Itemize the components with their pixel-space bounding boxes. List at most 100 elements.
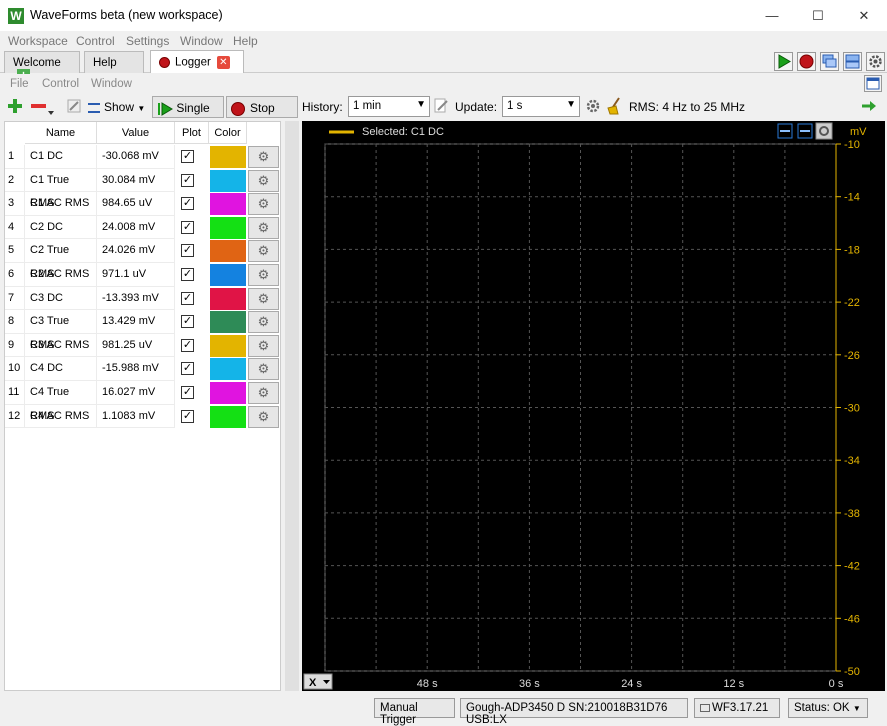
dock-window-icon[interactable] [864,75,882,92]
plot-area[interactable]: Selected: C1 DC mV -10 -14 -18 -22 -26 -30 -34 -3… [302,121,885,691]
channel-settings-gear-icon[interactable]: ⚙ [248,405,279,428]
logger-plot[interactable]: Selected: C1 DC mV-10 -14 -18 -22 -26 -30 -34 -3… [302,121,885,691]
menu-control[interactable]: Control [76,34,115,48]
color-swatch[interactable] [210,146,246,168]
channel-settings-gear-icon[interactable]: ⚙ [248,240,279,263]
table-row[interactable]: 8 C3 True RMS 13.429 mV ✓ ⚙ [5,310,282,351]
close-tab-icon[interactable]: ✕ [216,56,230,69]
plot-checkbox[interactable]: ✓ [181,268,194,281]
tile-windows-icon[interactable] [843,52,862,71]
update-gear-icon[interactable] [585,98,601,114]
plot-checkbox[interactable]: ✓ [181,220,194,234]
single-button[interactable]: Single [152,96,224,118]
table-row[interactable]: 11 C4 True RMS 16.027 mV ✓ ⚙ [5,381,282,422]
table-row[interactable]: 4 C2 DC 24.008 mV ✓ ⚙ [5,215,282,240]
channel-name[interactable]: C1 DC [25,145,97,169]
column-header-color[interactable]: Color [209,122,247,144]
channel-settings-gear-icon[interactable]: ⚙ [248,216,279,239]
plot-gear-icon[interactable] [815,122,833,140]
record-all-icon[interactable] [797,52,816,71]
edit-icon[interactable] [66,98,82,114]
channel-name[interactable]: C2 DC [25,215,97,240]
channel-settings-gear-icon[interactable]: ⚙ [248,193,279,216]
table-row[interactable]: 7 C3 DC -13.393 mV ✓ ⚙ [5,286,282,311]
close-button[interactable]: ✕ [841,0,887,31]
remove-channel-icon[interactable] [30,98,54,115]
table-row[interactable]: 10 C4 DC -15.988 mV ✓ ⚙ [5,357,282,381]
plot-checkbox[interactable]: ✓ [181,291,194,305]
color-swatch[interactable] [210,287,246,310]
table-row[interactable]: 3 C1 AC RMS 984.65 uV ✓ ⚙ [5,192,282,216]
color-swatch[interactable] [210,169,246,192]
update-select[interactable]: 1 s ▼ [502,96,580,117]
color-swatch[interactable] [210,311,246,334]
logger-menu-control[interactable]: Control [42,78,79,90]
color-swatch[interactable] [210,405,246,428]
logger-menu-file[interactable]: File [10,78,29,90]
plot-checkbox[interactable]: ✓ [181,362,194,376]
channel-name[interactable]: C2 AC RMS [25,263,97,287]
plot-checkbox[interactable]: ✓ [181,409,194,423]
version-button[interactable]: WF3.17.21 [694,698,780,718]
plot-checkbox[interactable]: ✓ [181,338,194,352]
tab-welcome[interactable]: Welcome+ [4,51,80,82]
column-header-plot[interactable]: Plot [175,122,209,144]
channel-name[interactable]: C1 AC RMS [25,192,97,216]
color-swatch[interactable] [210,334,246,357]
column-header-name[interactable]: Name [25,122,97,144]
logger-menu-window[interactable]: Window [91,78,132,90]
panel-splitter[interactable] [285,121,299,691]
channel-name[interactable]: C4 DC [25,357,97,381]
plot-checkbox[interactable]: ✓ [181,244,194,258]
stop-button[interactable]: Stop [226,96,298,118]
channel-name[interactable]: C4 AC RMS [25,404,97,429]
channel-name[interactable]: C1 True RMS [25,168,97,209]
plot-checkbox[interactable]: ✓ [181,173,194,187]
tab-logger[interactable]: Logger ✕ [150,50,244,73]
run-icon[interactable] [774,52,793,71]
plot-checkbox[interactable]: ✓ [181,150,194,163]
channel-settings-gear-icon[interactable]: ⚙ [248,264,279,286]
color-swatch[interactable] [210,240,246,263]
manual-trigger-button[interactable]: Manual Trigger [374,698,455,726]
table-row[interactable]: 1 C1 DC -30.068 mV ✓ ⚙ [5,145,282,169]
show-menu-button[interactable]: Show ▼ [88,97,145,117]
color-swatch[interactable] [210,358,246,381]
clear-broom-icon[interactable] [606,97,622,115]
minimize-button[interactable]: — [749,0,795,31]
plot-checkbox[interactable]: ✓ [181,386,194,399]
status-button[interactable]: Status: OK ▼ [788,698,868,718]
plot-checkbox[interactable]: ✓ [181,197,194,211]
channel-settings-gear-icon[interactable]: ⚙ [248,169,279,192]
table-row[interactable]: 6 C2 AC RMS 971.1 uV ✓ ⚙ [5,263,282,287]
table-row[interactable]: 5 C2 True RMS 24.026 mV ✓ ⚙ [5,239,282,280]
color-swatch[interactable] [210,382,246,404]
channel-name[interactable]: C3 DC [25,286,97,311]
menu-help[interactable]: Help [233,34,258,48]
column-header-value[interactable]: Value [97,122,175,144]
channel-settings-gear-icon[interactable]: ⚙ [248,311,279,334]
tab-help[interactable]: Help [84,51,144,73]
channel-settings-gear-icon[interactable]: ⚙ [248,334,279,357]
color-swatch[interactable] [210,216,246,239]
color-swatch[interactable] [210,264,246,286]
menu-settings[interactable]: Settings [126,34,169,48]
device-info[interactable]: Gough-ADP3450 D SN:210018B31D76 USB:LX [460,698,688,726]
add-channel-icon[interactable] [7,98,23,114]
channel-settings-gear-icon[interactable]: ⚙ [248,146,279,168]
menu-window[interactable]: Window [180,34,223,48]
arrow-right-icon[interactable] [861,99,877,113]
history-select[interactable]: 1 min ▼ [348,96,430,117]
channel-settings-gear-icon[interactable]: ⚙ [248,382,279,404]
maximize-button[interactable]: ☐ [795,0,841,31]
table-row[interactable]: 12 C4 AC RMS 1.1083 mV ✓ ⚙ [5,404,282,429]
table-row[interactable]: 9 C3 AC RMS 981.25 uV ✓ ⚙ [5,333,282,358]
cascade-windows-icon[interactable] [820,52,839,71]
channel-name[interactable]: C2 True RMS [25,239,97,280]
channel-name[interactable]: C4 True RMS [25,381,97,422]
menu-workspace[interactable]: Workspace [8,34,68,48]
settings-gear-icon[interactable] [866,52,885,71]
channel-settings-gear-icon[interactable]: ⚙ [248,287,279,310]
table-row[interactable]: 2 C1 True RMS 30.084 mV ✓ ⚙ [5,168,282,209]
history-settings-icon[interactable] [433,98,449,114]
